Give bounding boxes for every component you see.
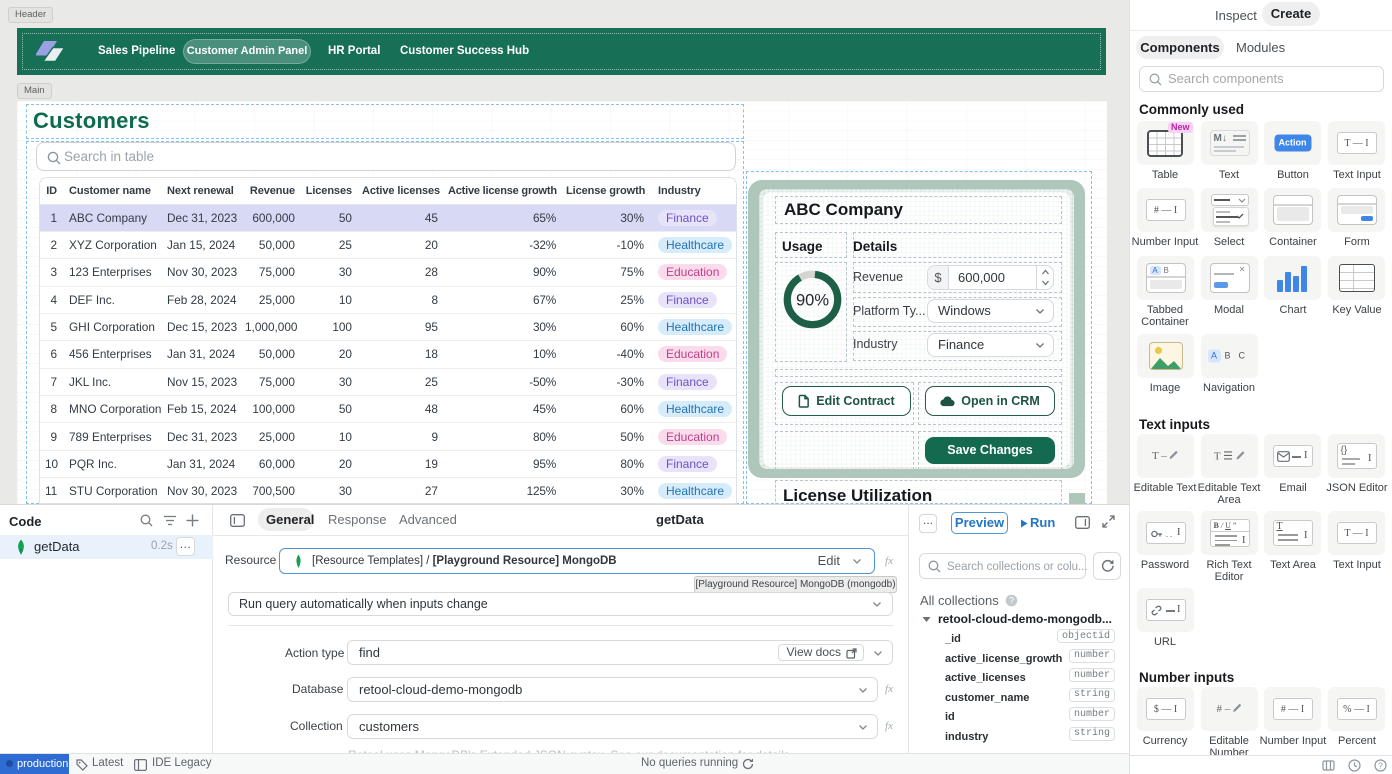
svg-text:?: ? <box>1378 761 1383 771</box>
svg-text:?: ? <box>1009 596 1014 606</box>
